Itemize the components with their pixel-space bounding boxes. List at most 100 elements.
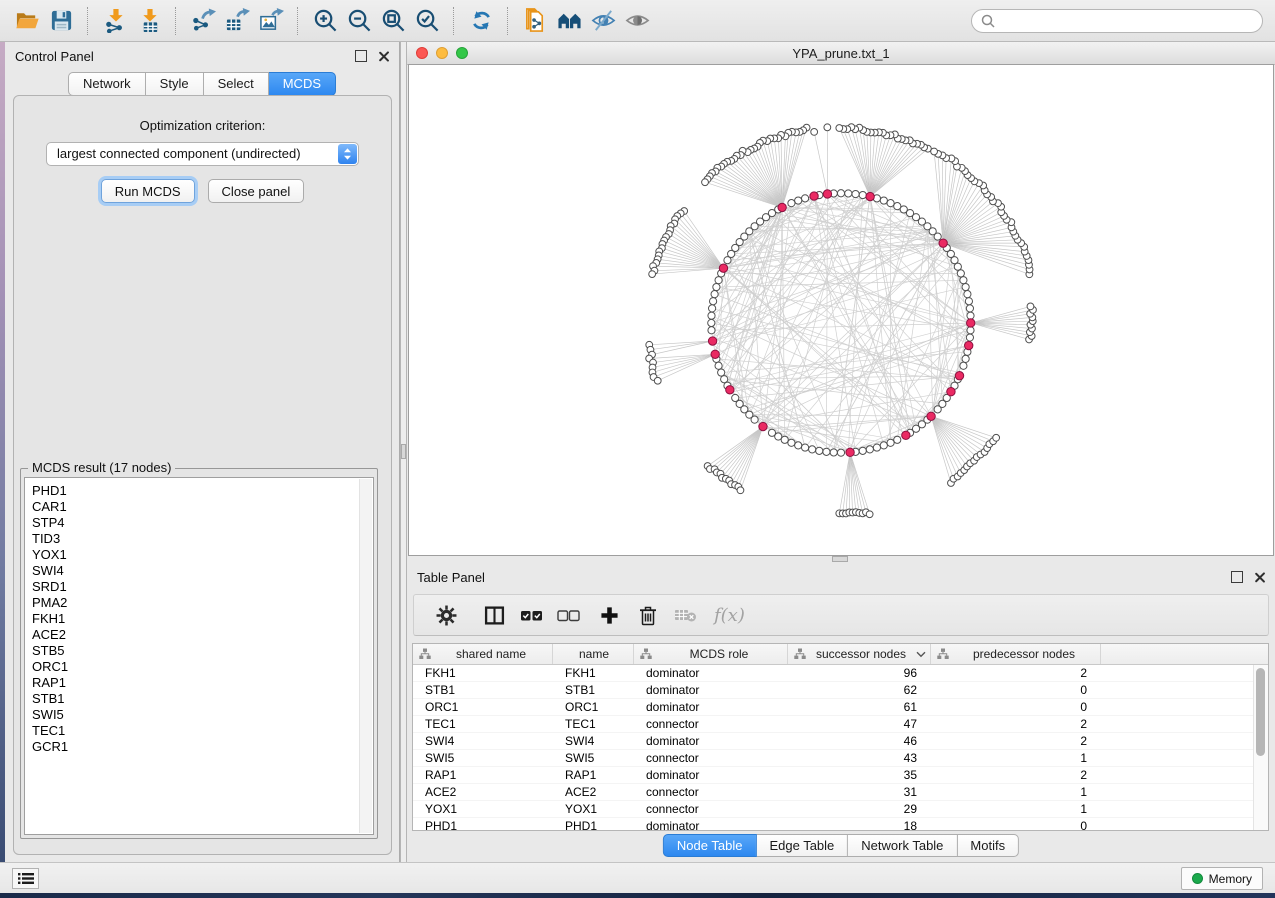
- table-cell[interactable]: 35: [788, 767, 931, 783]
- horizontal-splitter-handle[interactable]: [832, 556, 848, 562]
- result-list-item[interactable]: STB5: [32, 643, 357, 659]
- table-cell[interactable]: STB1: [553, 682, 634, 698]
- close-window-icon[interactable]: [416, 47, 428, 59]
- table-scrollbar[interactable]: [1253, 665, 1268, 830]
- delete-table-button[interactable]: [674, 607, 698, 623]
- float-panel-icon[interactable]: [355, 50, 367, 62]
- table-cell[interactable]: 46: [788, 733, 931, 749]
- table-row[interactable]: YOX1YOX1connector291: [413, 801, 1254, 818]
- import-network-button[interactable]: [98, 5, 132, 37]
- tab-mcds[interactable]: MCDS: [269, 72, 336, 96]
- table-cell[interactable]: 2: [931, 733, 1101, 749]
- table-cell[interactable]: ORC1: [553, 699, 634, 715]
- table-cell[interactable]: YOX1: [413, 801, 553, 817]
- table-row[interactable]: TEC1TEC1connector472: [413, 716, 1254, 733]
- table-cell[interactable]: dominator: [634, 767, 788, 783]
- table-cell[interactable]: 0: [931, 682, 1101, 698]
- network-canvas[interactable]: [408, 64, 1274, 556]
- zoom-in-button[interactable]: [308, 5, 342, 37]
- table-row[interactable]: FKH1FKH1dominator962: [413, 665, 1254, 682]
- table-cell[interactable]: 0: [931, 818, 1101, 830]
- column-header-predecessor-nodes[interactable]: predecessor nodes: [931, 644, 1101, 664]
- splitter-handle[interactable]: [401, 444, 406, 459]
- result-list-item[interactable]: STP4: [32, 515, 357, 531]
- table-cell[interactable]: FKH1: [413, 665, 553, 681]
- table-scrollbar-thumb[interactable]: [1256, 668, 1265, 756]
- table-cell[interactable]: PHD1: [553, 818, 634, 830]
- table-cell[interactable]: SWI5: [413, 750, 553, 766]
- table-cell[interactable]: SWI4: [553, 733, 634, 749]
- table-row[interactable]: PHD1PHD1dominator180: [413, 818, 1254, 830]
- tab-edge-table[interactable]: Edge Table: [756, 834, 848, 857]
- result-list-item[interactable]: CAR1: [32, 499, 357, 515]
- close-panel-icon[interactable]: [1254, 572, 1265, 583]
- table-cell[interactable]: 18: [788, 818, 931, 830]
- table-cell[interactable]: dominator: [634, 733, 788, 749]
- result-list-item[interactable]: GCR1: [32, 739, 357, 755]
- table-cell[interactable]: 43: [788, 750, 931, 766]
- result-list-item[interactable]: PMA2: [32, 595, 357, 611]
- column-header-name[interactable]: name: [553, 644, 634, 664]
- table-cell[interactable]: FKH1: [553, 665, 634, 681]
- table-cell[interactable]: dominator: [634, 682, 788, 698]
- float-panel-icon[interactable]: [1231, 571, 1243, 583]
- table-cell[interactable]: TEC1: [413, 716, 553, 732]
- result-list-item[interactable]: TEC1: [32, 723, 357, 739]
- table-cell[interactable]: 31: [788, 784, 931, 800]
- table-cell[interactable]: YOX1: [553, 801, 634, 817]
- vertical-splitter[interactable]: [400, 42, 407, 862]
- first-neighbors-button[interactable]: [552, 5, 586, 37]
- hide-selected-button[interactable]: [586, 5, 620, 37]
- table-row[interactable]: SWI4SWI4dominator462: [413, 733, 1254, 750]
- result-list-item[interactable]: ACE2: [32, 627, 357, 643]
- table-cell[interactable]: PHD1: [413, 818, 553, 830]
- table-cell[interactable]: 1: [931, 784, 1101, 800]
- table-cell[interactable]: 61: [788, 699, 931, 715]
- table-cell[interactable]: SWI4: [413, 733, 553, 749]
- export-table-button[interactable]: [220, 5, 254, 37]
- result-list-item[interactable]: PHD1: [32, 483, 357, 499]
- table-cell[interactable]: SWI5: [553, 750, 634, 766]
- table-cell[interactable]: dominator: [634, 665, 788, 681]
- result-list-item[interactable]: TID3: [32, 531, 357, 547]
- table-cell[interactable]: ORC1: [413, 699, 553, 715]
- table-cell[interactable]: dominator: [634, 699, 788, 715]
- column-layout-button[interactable]: [484, 605, 505, 626]
- refresh-view-button[interactable]: [464, 5, 498, 37]
- table-cell[interactable]: ACE2: [553, 784, 634, 800]
- table-cell[interactable]: 0: [931, 699, 1101, 715]
- tab-style[interactable]: Style: [146, 72, 204, 96]
- tab-network-table[interactable]: Network Table: [848, 834, 957, 857]
- search-input[interactable]: [1001, 12, 1253, 29]
- deselect-all-columns-button[interactable]: [557, 608, 580, 623]
- table-cell[interactable]: connector: [634, 801, 788, 817]
- result-list-item[interactable]: YOX1: [32, 547, 357, 563]
- show-panels-button[interactable]: [12, 868, 39, 889]
- zoom-selected-button[interactable]: [410, 5, 444, 37]
- table-cell[interactable]: 2: [931, 665, 1101, 681]
- table-cell[interactable]: 1: [931, 750, 1101, 766]
- table-cell[interactable]: RAP1: [413, 767, 553, 783]
- create-column-button[interactable]: [600, 606, 619, 625]
- memory-button[interactable]: Memory: [1181, 867, 1263, 890]
- tab-network[interactable]: Network: [68, 72, 146, 96]
- table-row[interactable]: RAP1RAP1dominator352: [413, 767, 1254, 784]
- column-header-MCDS-role[interactable]: MCDS role: [634, 644, 788, 664]
- tab-motifs[interactable]: Motifs: [957, 834, 1019, 857]
- result-list-item[interactable]: SRD1: [32, 579, 357, 595]
- result-list-item[interactable]: RAP1: [32, 675, 357, 691]
- open-file-button[interactable]: [10, 5, 44, 37]
- column-header-successor-nodes[interactable]: successor nodes: [788, 644, 931, 664]
- table-row[interactable]: STB1STB1dominator620: [413, 682, 1254, 699]
- result-list-scrollbar[interactable]: [359, 479, 372, 833]
- import-table-button[interactable]: [132, 5, 166, 37]
- table-row[interactable]: ACE2ACE2connector311: [413, 784, 1254, 801]
- optimization-criterion-select[interactable]: largest connected component (undirected): [46, 142, 359, 166]
- table-row[interactable]: SWI5SWI5connector431: [413, 750, 1254, 767]
- table-cell[interactable]: 2: [931, 716, 1101, 732]
- table-cell[interactable]: RAP1: [553, 767, 634, 783]
- result-list-item[interactable]: SWI4: [32, 563, 357, 579]
- result-list-item[interactable]: SWI5: [32, 707, 357, 723]
- column-header-shared-name[interactable]: shared name: [413, 644, 553, 664]
- table-cell[interactable]: dominator: [634, 818, 788, 830]
